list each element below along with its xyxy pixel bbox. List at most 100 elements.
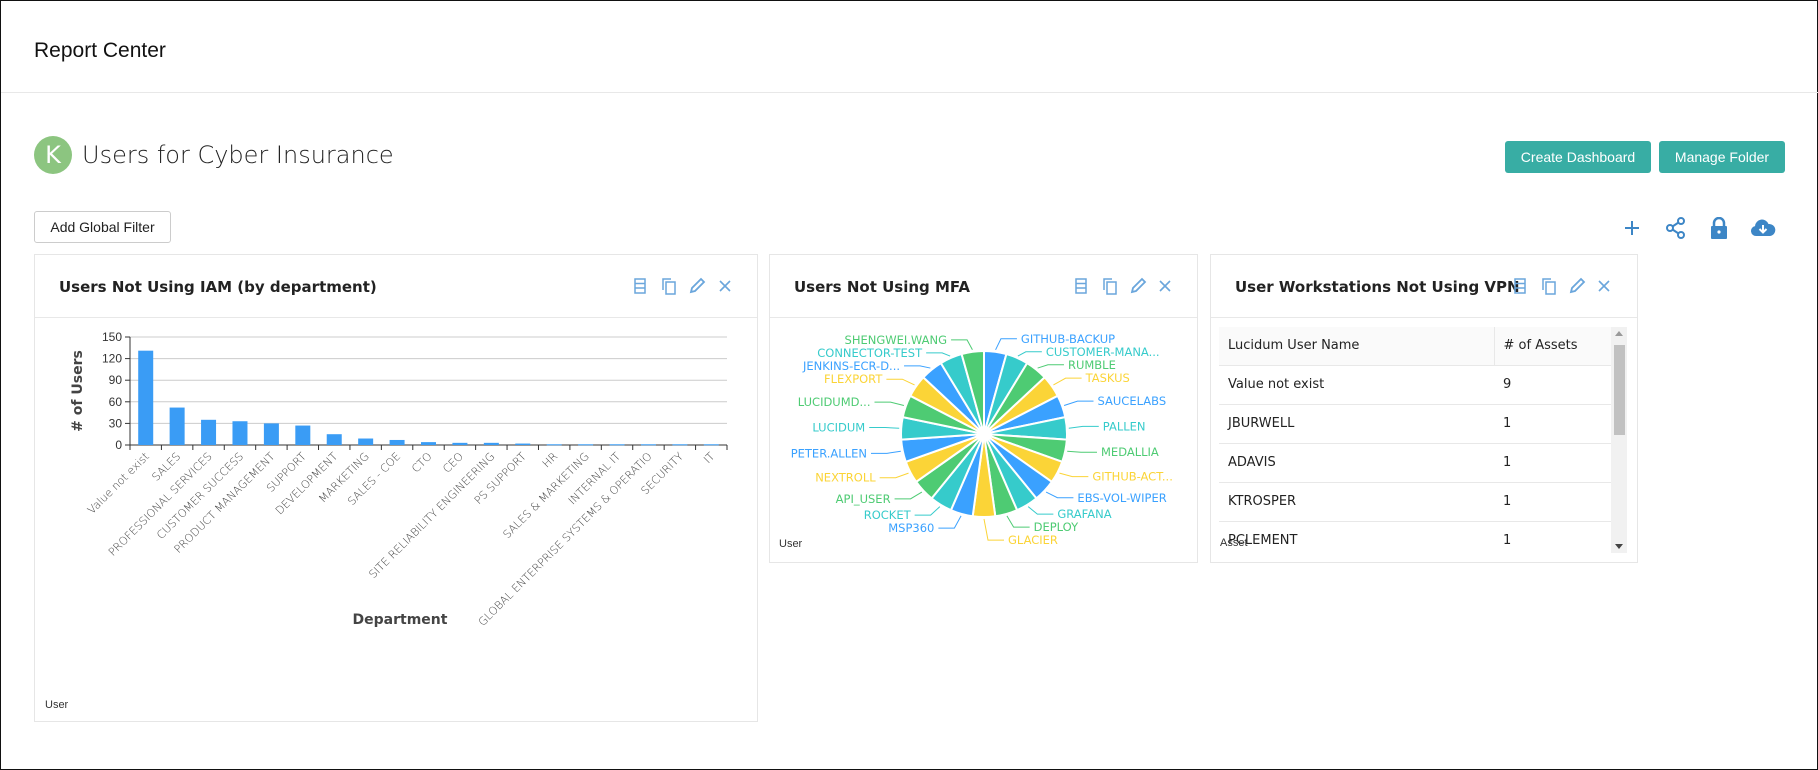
label-leader-line <box>869 427 900 429</box>
label-leader-line <box>1059 472 1089 478</box>
chart-footer-label: User <box>779 538 803 550</box>
x-tick-label: CTO <box>409 450 435 476</box>
pie-label: GITHUB-ACT... <box>1092 470 1173 484</box>
pie-label: LUCIDUM <box>812 421 865 435</box>
table-row[interactable]: PCLEMENT 1 <box>1219 521 1611 553</box>
table-row[interactable]: ADAVIS 1 <box>1219 443 1611 483</box>
cloud-download-icon[interactable] <box>1750 215 1776 241</box>
bar <box>483 442 499 445</box>
label-leader-line <box>874 401 905 407</box>
label-leader-line <box>995 338 1017 351</box>
pie-label: TASKUS <box>1085 371 1130 385</box>
scroll-down-icon[interactable] <box>1615 544 1623 549</box>
bar <box>295 425 311 445</box>
create-dashboard-button[interactable]: Create Dashboard <box>1505 141 1651 173</box>
plus-icon[interactable] <box>1619 215 1645 241</box>
table-row[interactable]: Value not exist 9 <box>1219 365 1611 405</box>
panel-workstations-not-using-vpn: User Workstations Not Using VPN Lucidum … <box>1210 254 1638 563</box>
label-leader-line <box>879 472 909 479</box>
y-tick-label: 0 <box>115 438 122 452</box>
label-leader-line <box>1068 425 1099 429</box>
edit-icon[interactable] <box>1568 277 1586 295</box>
top-bar <box>1 1 1818 93</box>
pie-label: LUCIDUMD... <box>798 395 871 409</box>
pie-label: FLEXPORT <box>824 372 883 386</box>
bar-chart: 0306090120150Value not existSALESPROFESS… <box>70 330 728 629</box>
bar <box>232 421 248 445</box>
x-tick-label: CEO <box>440 450 466 476</box>
pie-label: DEPLOY <box>1034 520 1079 534</box>
cell-assets: 9 <box>1494 365 1611 405</box>
panel-users-not-using-mfa: Users Not Using MFA GITHUB-BACKUP CUSTOME… <box>769 254 1198 563</box>
y-axis-label: # of Users <box>70 350 86 432</box>
pie-label: PETER.ALLEN <box>791 446 867 460</box>
pie-label: API_USER <box>836 492 891 506</box>
scrollbar-thumb[interactable] <box>1614 345 1625 435</box>
manage-folder-button[interactable]: Manage Folder <box>1659 141 1785 173</box>
bar <box>703 444 719 446</box>
pie-label: SHENGWEI.WANG <box>845 333 948 347</box>
pie-label: MEDALLIA <box>1101 445 1159 459</box>
pie-chart: GITHUB-BACKUPCUSTOMER-MANA...RUMBLETASKU… <box>791 332 1173 547</box>
label-leader-line <box>904 365 931 369</box>
y-tick-label: 90 <box>109 373 123 387</box>
label-leader-line <box>938 515 962 529</box>
cell-user: JBURWELL <box>1219 404 1494 444</box>
label-leader-line <box>1045 491 1074 499</box>
label-leader-line <box>1037 364 1064 369</box>
label-leader-line <box>1063 400 1094 407</box>
bar <box>263 423 279 445</box>
pie-label: CUSTOMER-MANA... <box>1046 345 1160 359</box>
cell-assets: 1 <box>1494 443 1611 483</box>
pie-label: ROCKET <box>864 508 912 522</box>
x-tick-label: Value not exist <box>85 450 152 517</box>
table-row[interactable]: KTROSPER 1 <box>1219 482 1611 522</box>
bar <box>452 442 468 445</box>
label-leader-line <box>951 339 973 351</box>
pie-label: SAUCELABS <box>1098 394 1167 408</box>
label-leader-line <box>894 491 923 500</box>
scroll-up-icon[interactable] <box>1615 331 1623 336</box>
label-leader-line <box>1006 515 1030 528</box>
y-tick-label: 150 <box>102 330 122 344</box>
vpn-table: Lucidum User Name # of Assets Value not … <box>1219 327 1627 553</box>
table-row[interactable]: JBURWELL 1 <box>1219 404 1611 444</box>
label-leader-line <box>1017 351 1042 357</box>
bar <box>169 407 185 445</box>
close-icon[interactable] <box>1595 277 1613 295</box>
table-view-icon[interactable] <box>1511 277 1529 295</box>
y-tick-label: 120 <box>102 352 122 366</box>
pie-label: GITHUB-BACKUP <box>1021 332 1115 346</box>
bar <box>389 439 405 445</box>
copy-icon[interactable] <box>1540 277 1558 295</box>
bar <box>515 443 531 445</box>
table-scrollbar[interactable] <box>1611 327 1627 553</box>
column-header-assets[interactable]: # of Assets <box>1494 327 1611 366</box>
bar <box>609 444 625 446</box>
x-axis-label: Department <box>353 612 448 628</box>
pie-label: GLACIER <box>1008 533 1058 547</box>
pie-label: GRAFANA <box>1057 507 1111 521</box>
add-global-filter-button[interactable]: Add Global Filter <box>34 211 171 243</box>
share-icon[interactable] <box>1663 215 1689 241</box>
bar <box>201 419 217 445</box>
cell-assets: 1 <box>1494 482 1611 522</box>
cell-user: Value not exist <box>1219 365 1494 405</box>
panel-users-not-using-iam: Users Not Using IAM (by department) 0 30 6… <box>34 254 758 722</box>
column-header-user-name[interactable]: Lucidum User Name <box>1219 327 1495 366</box>
label-leader-line <box>1067 450 1098 453</box>
label-leader-line <box>926 352 951 357</box>
bar <box>578 444 594 446</box>
bar <box>138 350 154 445</box>
x-tick-label: HR <box>540 450 561 471</box>
panel-header: User Workstations Not Using VPN <box>1211 255 1637 318</box>
label-leader-line <box>1027 506 1054 515</box>
app-title: Report Center <box>34 39 166 62</box>
cell-user: KTROSPER <box>1219 482 1494 522</box>
panel-title: User Workstations Not Using VPN <box>1235 278 1520 296</box>
lock-icon[interactable] <box>1706 215 1732 241</box>
avatar: K <box>34 136 72 174</box>
y-tick-label: 30 <box>109 416 123 430</box>
pie-label: RUMBLE <box>1068 358 1116 372</box>
label-leader-line <box>1053 377 1082 386</box>
